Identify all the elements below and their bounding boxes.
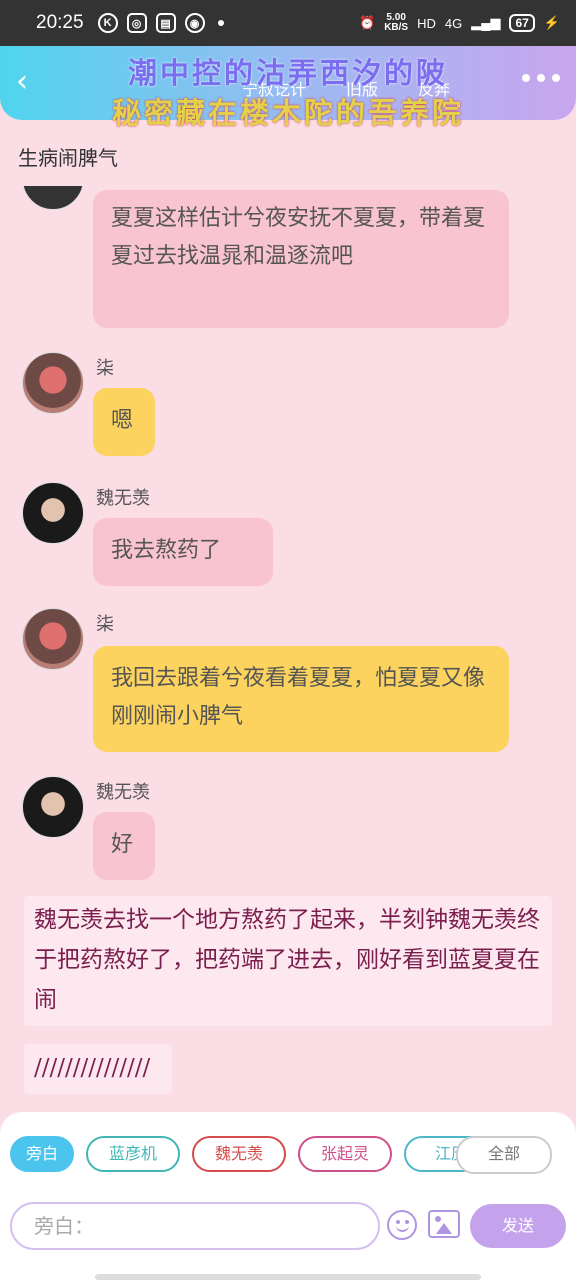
narration-block: ///////////////	[24, 1044, 172, 1094]
message-bubble: 嗯	[93, 388, 155, 456]
role-chip[interactable]: 魏无羡	[192, 1136, 286, 1172]
image-icon[interactable]	[428, 1210, 460, 1238]
send-button[interactable]: 发送	[470, 1204, 566, 1248]
sender-name: 魏无羡	[96, 488, 150, 509]
message-input[interactable]	[10, 1202, 380, 1250]
avatar[interactable]	[22, 482, 84, 544]
signal-4g: 4G	[444, 15, 463, 31]
avatar[interactable]	[22, 776, 84, 838]
more-button[interactable]	[522, 74, 560, 82]
charging-icon: ⚡	[543, 15, 560, 30]
input-row: 发送	[10, 1202, 570, 1250]
message-bubble: 好	[93, 812, 155, 880]
message-bubble: 我回去跟着兮夜看着夏夏，怕夏夏又像刚刚闹小脾气	[93, 646, 509, 752]
battery-indicator: 67	[509, 14, 535, 32]
status-time: 20:25	[36, 12, 84, 33]
avatar[interactable]	[22, 186, 84, 210]
alarm-icon: ⏰	[359, 15, 376, 30]
role-chip-aside[interactable]: 旁白	[10, 1136, 74, 1172]
emoji-icon[interactable]	[387, 1210, 417, 1240]
header-title-line2: 秘密藏在楼木陀的吾养院	[111, 96, 464, 130]
sender-name: 柒	[96, 614, 114, 635]
home-indicator[interactable]	[95, 1274, 481, 1280]
hd-indicator: HD	[417, 15, 436, 31]
status-bar: 20:25 K ◎ ▤ ◉ ⏰ 5.00 KB/S HD 4G ▂▄▆ 67 ⚡	[0, 0, 576, 46]
sender-name: 柒	[96, 358, 114, 379]
avatar[interactable]	[22, 352, 84, 414]
narration-block: 魏无羡去找一个地方熬药了起来，半刻钟魏无羡终于把药熬好了，把药端了进去，刚好看到…	[24, 896, 552, 1026]
role-chip[interactable]: 蓝彦机	[86, 1136, 180, 1172]
all-roles-button[interactable]: 全部	[456, 1136, 552, 1174]
header-title-line1: 潮中控的沽弄西汐的陂	[127, 56, 448, 90]
notification-dot-icon	[217, 20, 224, 26]
app-icon: ◎	[126, 13, 147, 33]
status-right: ⏰ 5.00 KB/S HD 4G ▂▄▆ 67 ⚡	[359, 13, 560, 33]
message-bubble: 我去熬药了	[93, 518, 273, 586]
sender-name: 魏无羡	[96, 782, 150, 803]
network-speed: 5.00 KB/S	[384, 12, 409, 33]
avatar[interactable]	[22, 608, 84, 670]
chat-area[interactable]: 夏夏这样估计兮夜安抚不夏夏，带着夏夏过去找温晁和温逐流吧 柒 嗯 魏无羡 我去熬…	[0, 186, 576, 1110]
news-app-icon: ▤	[155, 13, 176, 33]
message-bubble: 夏夏这样估计兮夜安抚不夏夏，带着夏夏过去找温晁和温逐流吧	[93, 190, 509, 328]
role-chip[interactable]: 张起灵	[298, 1136, 392, 1172]
k-app-icon: K	[97, 13, 118, 33]
weibo-icon: ◉	[184, 13, 205, 33]
chat-title: 生病闹脾气	[18, 146, 118, 170]
signal-bars-icon: ▂▄▆	[471, 15, 501, 30]
header: ‹ 宁叔讫计 旧版 反奔 潮中控的沽弄西汐的陂 秘密藏在楼木陀的吾养院	[0, 46, 576, 130]
